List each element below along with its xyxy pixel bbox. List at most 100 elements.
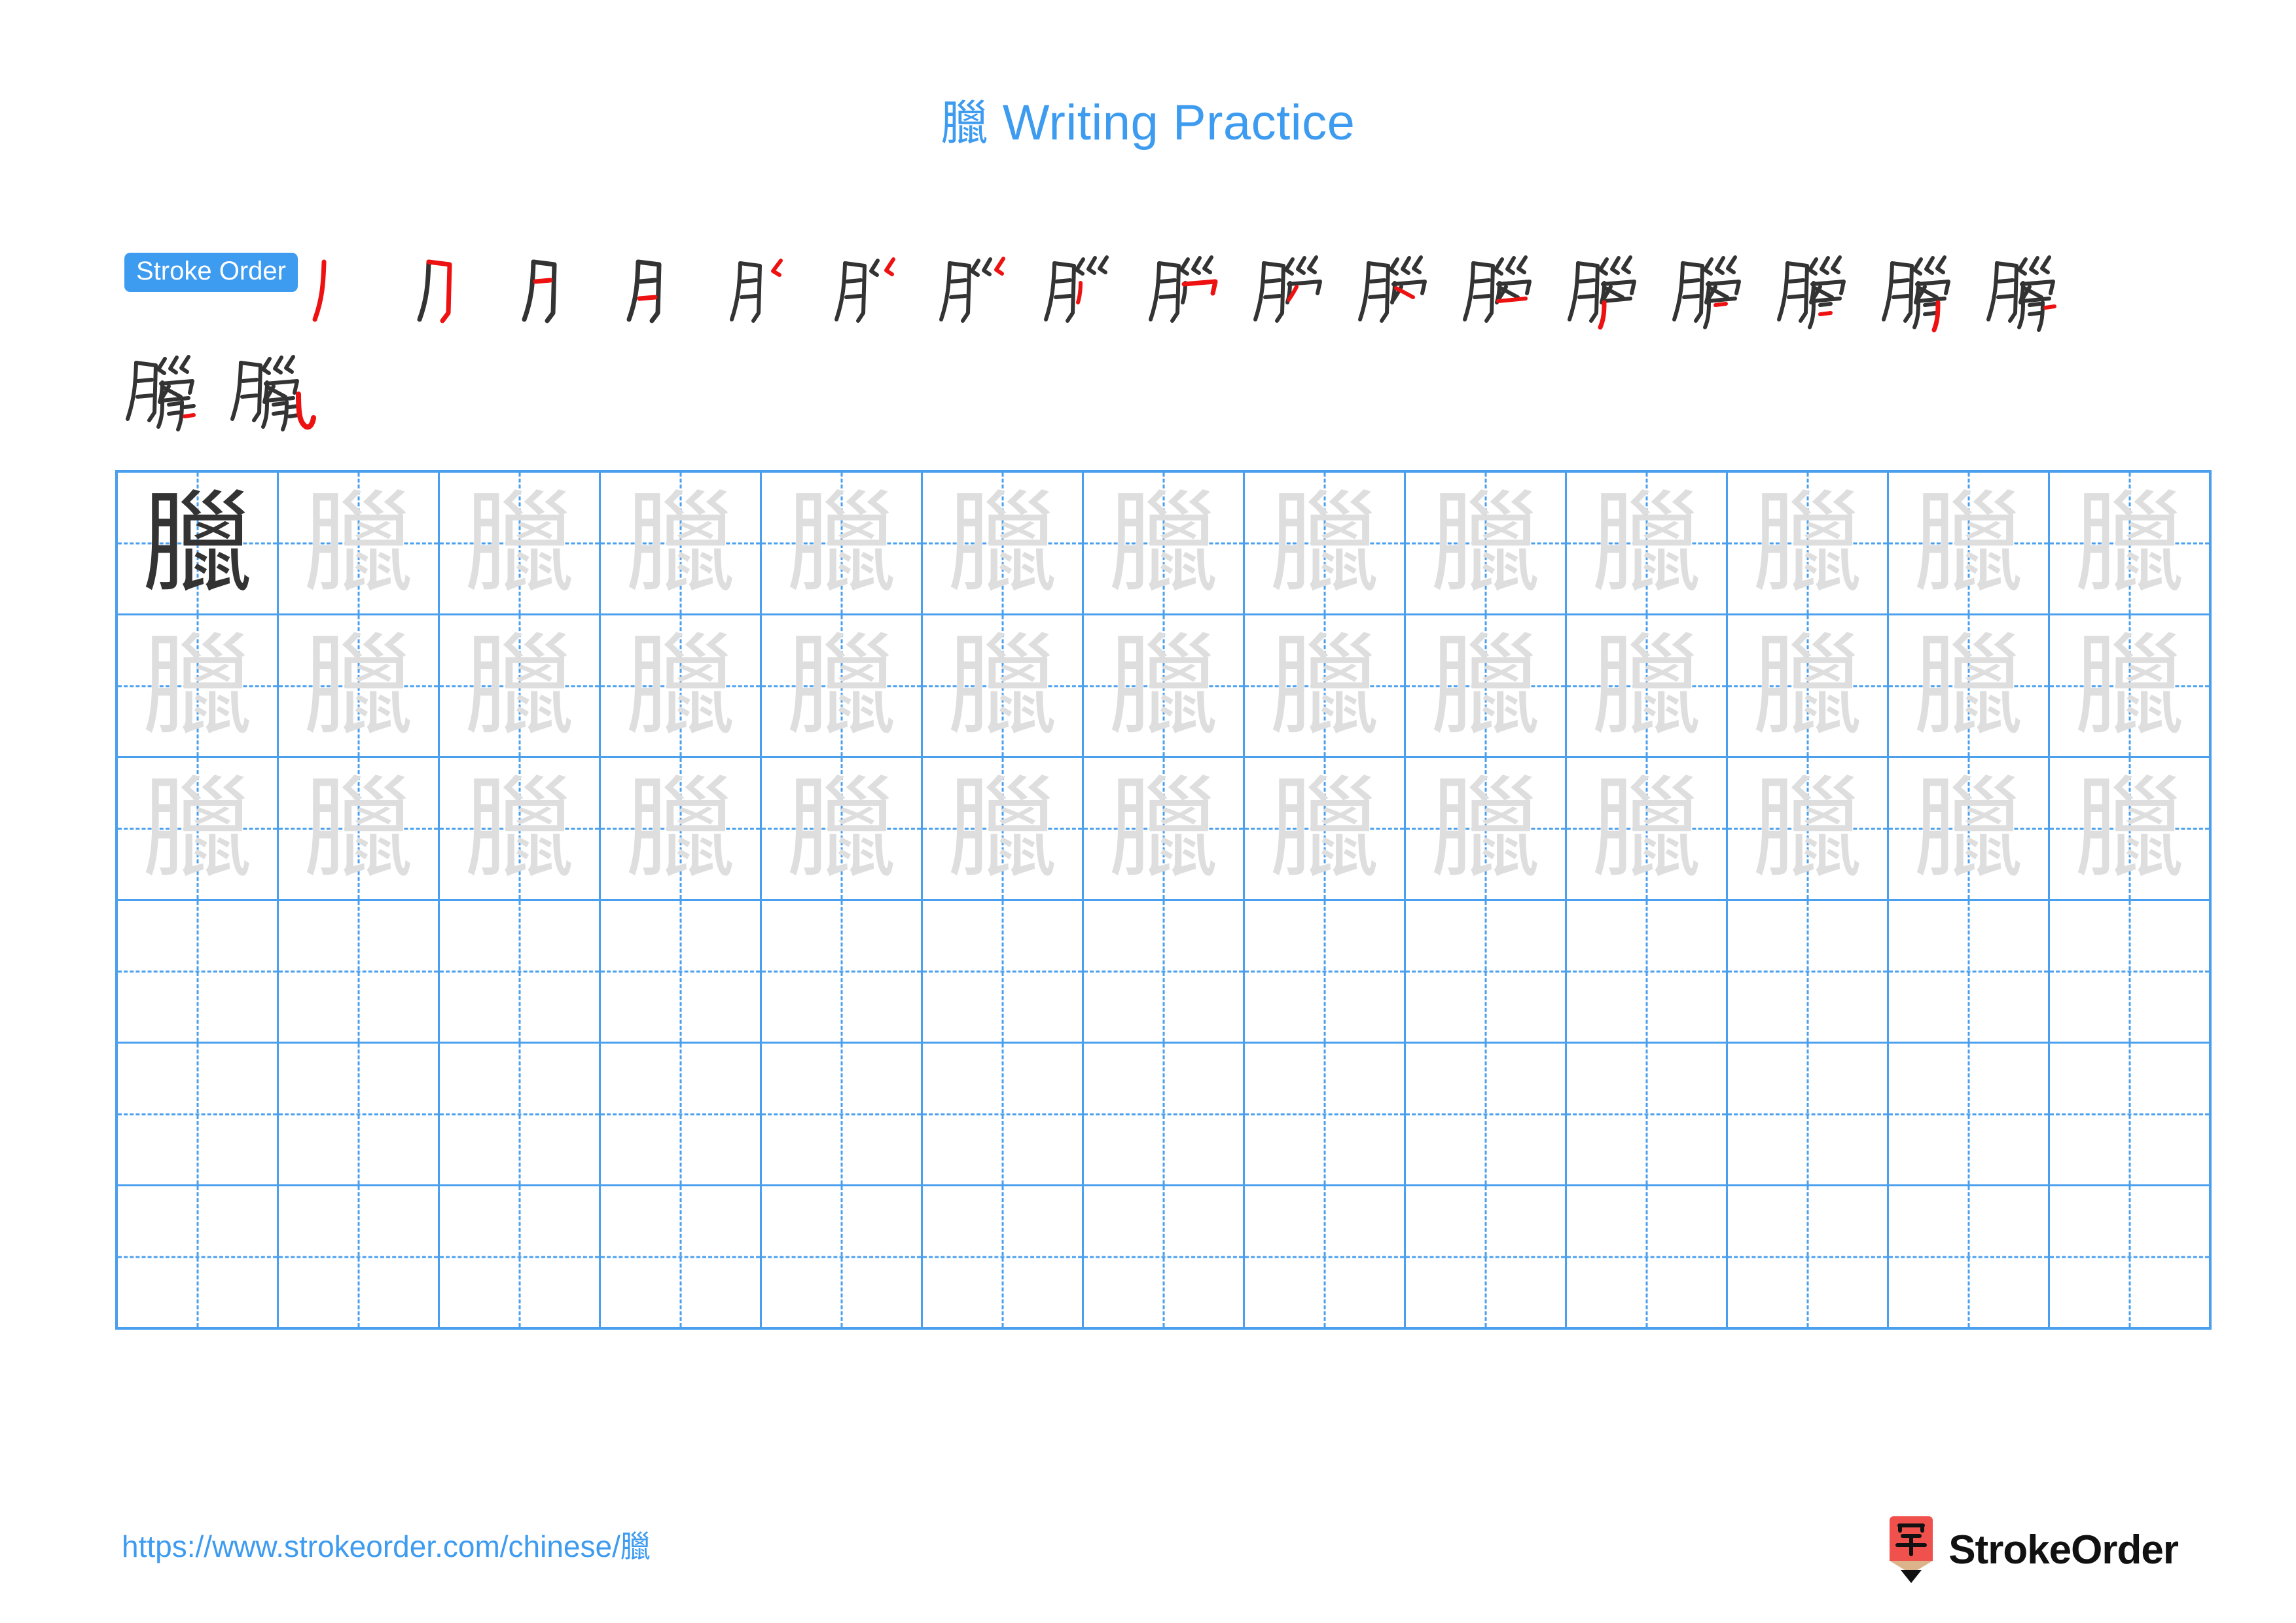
practice-cell[interactable]: 臘	[1082, 756, 1245, 901]
practice-cell[interactable]	[1243, 1042, 1406, 1186]
practice-cell[interactable]: 臘	[1887, 470, 2050, 615]
practice-cell[interactable]	[115, 899, 279, 1044]
practice-cell[interactable]: 臘	[277, 613, 440, 758]
practice-cell[interactable]: 臘	[1082, 470, 1245, 615]
practice-cell[interactable]	[1404, 899, 1567, 1044]
practice-cell[interactable]	[1082, 1042, 1245, 1186]
stroke-frame-8	[1035, 250, 1139, 342]
page-title-text: Writing Practice	[1002, 95, 1355, 151]
practice-cell[interactable]	[1082, 899, 1245, 1044]
practice-cell[interactable]: 臘	[921, 756, 1084, 901]
practice-cell[interactable]	[277, 1184, 440, 1330]
practice-cell[interactable]: 臘	[115, 613, 279, 758]
practice-cell[interactable]: 臘	[2048, 613, 2212, 758]
practice-cell[interactable]	[1887, 899, 2050, 1044]
practice-cell[interactable]	[760, 899, 923, 1044]
trace-character: 臘	[303, 621, 414, 750]
practice-cell[interactable]	[277, 1042, 440, 1186]
practice-cell-inner	[1729, 902, 1886, 1041]
cell-vertical-guide	[518, 1187, 520, 1327]
practice-cell[interactable]: 臘	[115, 756, 279, 901]
practice-cell[interactable]	[1082, 1184, 1245, 1330]
practice-cell[interactable]: 臘	[2048, 470, 2212, 615]
practice-cell[interactable]: 臘	[277, 756, 440, 901]
practice-cell[interactable]: 臘	[115, 470, 279, 615]
practice-cell[interactable]	[438, 899, 601, 1044]
practice-cell-inner: 臘	[2051, 759, 2209, 898]
practice-cell[interactable]: 臘	[1887, 756, 2050, 901]
practice-cell[interactable]	[1404, 1184, 1567, 1330]
practice-cell[interactable]: 臘	[760, 470, 923, 615]
practice-cell[interactable]: 臘	[1565, 470, 1728, 615]
practice-cell[interactable]: 臘	[1404, 470, 1567, 615]
practice-cell[interactable]	[1887, 1042, 2050, 1186]
practice-cell[interactable]	[1726, 1042, 1889, 1186]
practice-cell-inner	[1246, 1187, 1403, 1327]
practice-cell[interactable]	[1565, 899, 1728, 1044]
practice-cell[interactable]	[115, 1184, 279, 1330]
practice-cell[interactable]	[2048, 899, 2212, 1044]
practice-cell[interactable]: 臘	[2048, 756, 2212, 901]
practice-cell[interactable]: 臘	[438, 756, 601, 901]
practice-cell[interactable]: 臘	[1726, 613, 1889, 758]
practice-cell[interactable]: 臘	[438, 470, 601, 615]
cell-horizontal-guide	[279, 970, 437, 972]
practice-cell[interactable]	[277, 899, 440, 1044]
practice-cell[interactable]: 臘	[599, 613, 762, 758]
practice-cell[interactable]	[760, 1184, 923, 1330]
practice-cell[interactable]: 臘	[921, 613, 1084, 758]
cell-vertical-guide	[840, 1187, 842, 1327]
practice-cell[interactable]	[438, 1184, 601, 1330]
practice-cell[interactable]	[1726, 899, 1889, 1044]
practice-cell[interactable]: 臘	[1243, 613, 1406, 758]
practice-cell[interactable]	[599, 1042, 762, 1186]
practice-cell[interactable]: 臘	[599, 756, 762, 901]
practice-cell[interactable]: 臘	[1243, 470, 1406, 615]
practice-cell[interactable]: 臘	[1243, 756, 1406, 901]
trace-character: 臘	[1752, 479, 1863, 608]
practice-cell[interactable]: 臘	[1887, 613, 2050, 758]
trace-character: 臘	[947, 764, 1058, 893]
stroke-order-badge: Stroke Order	[124, 253, 298, 292]
practice-cell[interactable]	[599, 1184, 762, 1330]
practice-cell[interactable]: 臘	[1082, 613, 1245, 758]
practice-cell[interactable]	[1726, 1184, 1889, 1330]
practice-cell[interactable]: 臘	[1726, 756, 1889, 901]
practice-cell[interactable]	[921, 1184, 1084, 1330]
cell-horizontal-guide	[1890, 970, 2047, 972]
practice-cell[interactable]	[921, 899, 1084, 1044]
practice-cell[interactable]: 臘	[1565, 756, 1728, 901]
practice-cell[interactable]	[1565, 1042, 1728, 1186]
practice-cell[interactable]	[760, 1042, 923, 1186]
practice-cell-inner	[601, 902, 759, 1041]
practice-cell[interactable]	[2048, 1042, 2212, 1186]
practice-cell[interactable]: 臘	[1404, 613, 1567, 758]
practice-cell[interactable]	[921, 1042, 1084, 1186]
practice-cell[interactable]	[599, 899, 762, 1044]
practice-cell[interactable]	[1887, 1184, 2050, 1330]
cell-vertical-guide	[1645, 902, 1647, 1041]
practice-cell[interactable]: 臘	[1404, 756, 1567, 901]
stroke-frame-14-glyph	[1672, 255, 1741, 329]
practice-cell-inner	[279, 1187, 437, 1327]
practice-cell[interactable]: 臘	[599, 470, 762, 615]
practice-cell[interactable]	[1243, 1184, 1406, 1330]
practice-cell[interactable]	[1243, 899, 1406, 1044]
source-url-link[interactable]: https://www.strokeorder.com/chinese/臘	[122, 1523, 651, 1566]
practice-cell[interactable]: 臘	[1565, 613, 1728, 758]
practice-cell-inner: 臘	[762, 616, 920, 756]
cell-vertical-guide	[1484, 1187, 1486, 1327]
practice-cell-inner: 臘	[924, 473, 1081, 613]
practice-cell[interactable]: 臘	[1726, 470, 1889, 615]
practice-cell[interactable]	[1565, 1184, 1728, 1330]
practice-cell[interactable]	[115, 1042, 279, 1186]
practice-cell[interactable]	[438, 1042, 601, 1186]
practice-cell[interactable]	[1404, 1042, 1567, 1186]
practice-cell[interactable]: 臘	[760, 756, 923, 901]
practice-cell-inner	[601, 1187, 759, 1327]
practice-cell[interactable]: 臘	[277, 470, 440, 615]
practice-cell[interactable]: 臘	[760, 613, 923, 758]
practice-cell[interactable]: 臘	[921, 470, 1084, 615]
practice-cell[interactable]	[2048, 1184, 2212, 1330]
practice-cell[interactable]: 臘	[438, 613, 601, 758]
